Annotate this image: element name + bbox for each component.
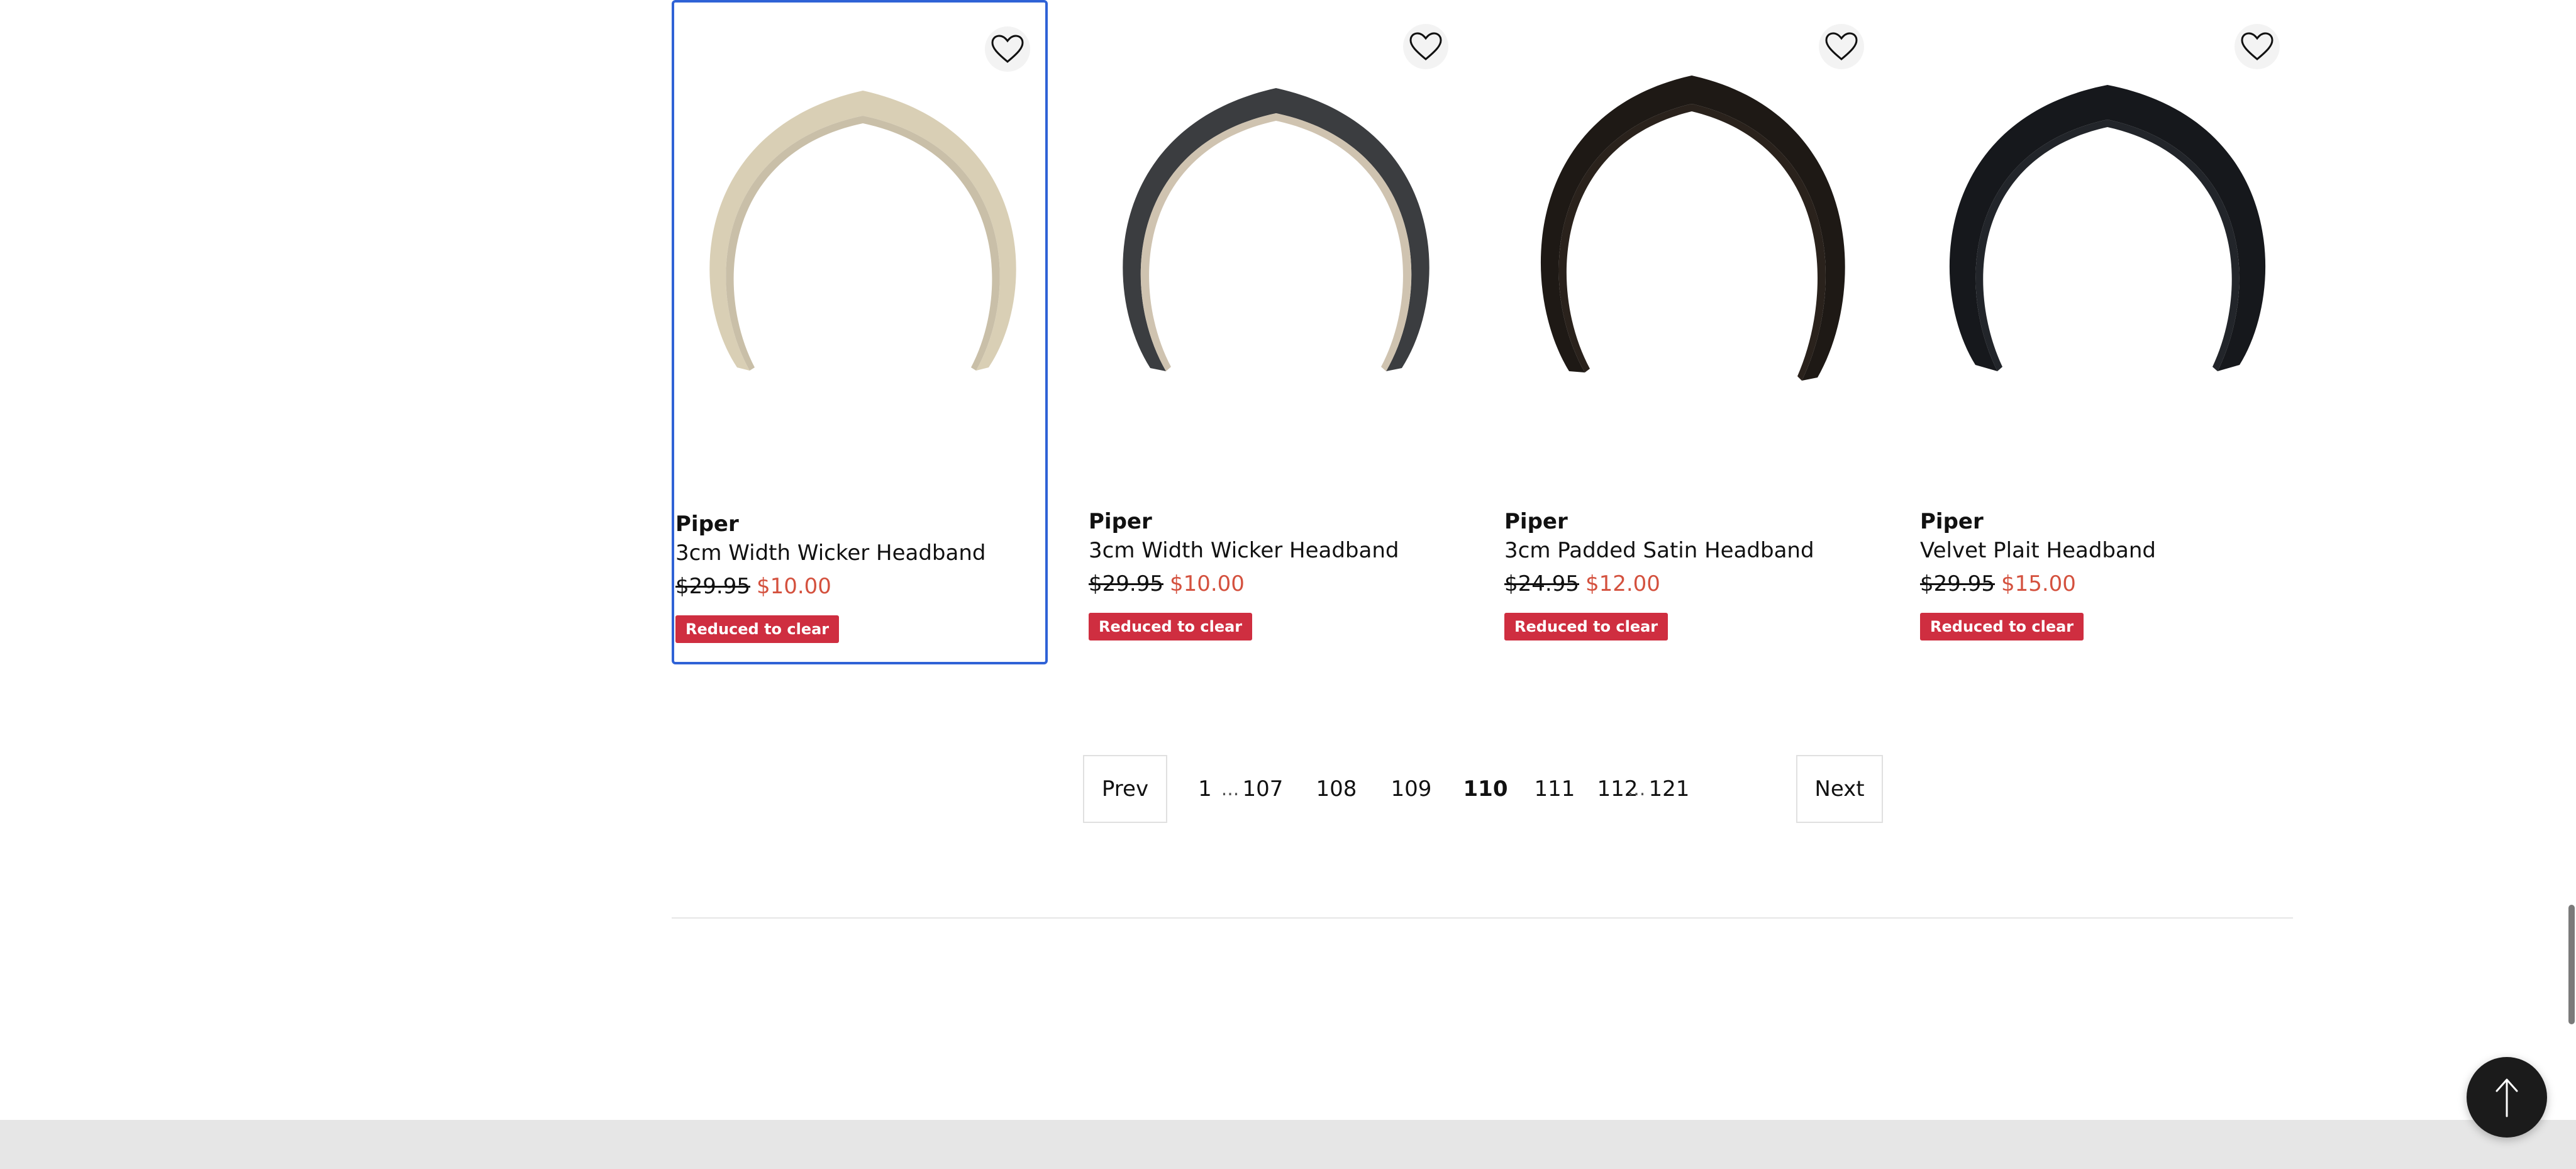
product-price: $29.95 $10.00 (675, 569, 1046, 604)
prev-page-button[interactable]: Prev (1083, 755, 1167, 823)
product-card[interactable]: Piper Velvet Plait Headband $29.95 $15.00… (1919, 0, 2295, 664)
product-info: Piper 3cm Width Wicker Headband $29.95 $1… (1089, 507, 1460, 640)
reduced-badge: Reduced to clear (1089, 613, 1253, 640)
reduced-badge: Reduced to clear (1504, 613, 1668, 640)
heart-outline-icon (2241, 32, 2273, 60)
sale-price: $15.00 (2001, 571, 2076, 596)
original-price: $29.95 (675, 574, 750, 599)
product-name[interactable]: Velvet Plait Headband (1920, 536, 2291, 565)
product-grid: Piper 3cm Width Wicker Headband $29.95 $1… (672, 0, 2294, 664)
product-card[interactable]: Piper 3cm Padded Satin Headband $24.95 $1… (1503, 0, 1879, 664)
product-brand: Piper (675, 512, 739, 537)
heart-outline-icon (991, 35, 1024, 63)
page-link-107[interactable]: 107 (1238, 755, 1288, 823)
product-name[interactable]: 3cm Padded Satin Headband (1504, 536, 1875, 565)
product-price: $29.95 $10.00 (1089, 566, 1460, 601)
page-link-109[interactable]: 109 (1386, 755, 1436, 823)
page-link-121[interactable]: 121 (1644, 755, 1694, 823)
product-brand: Piper (1089, 509, 1152, 534)
headband-shape (1949, 85, 2266, 371)
section-divider (672, 917, 2293, 919)
pagination: Prev 1 ... 107 108 109 110 111 112 ... 1… (1083, 755, 1883, 823)
heart-outline-icon (1409, 32, 1442, 60)
product-brand: Piper (1920, 509, 1984, 534)
back-to-top-button[interactable] (2467, 1057, 2547, 1138)
scrollbar-thumb[interactable] (2568, 905, 2575, 1024)
page: Piper 3cm Width Wicker Headband $29.95 $1… (0, 0, 2576, 1169)
footer-band (0, 1120, 2576, 1169)
wishlist-heart-icon[interactable] (1819, 24, 1864, 69)
headband-image (1540, 76, 1845, 381)
product-brand: Piper (1504, 509, 1568, 534)
headband-image (709, 91, 1016, 371)
headband-image (1123, 88, 1430, 371)
product-name[interactable]: 3cm Width Wicker Headband (1089, 536, 1460, 565)
page-link-108[interactable]: 108 (1311, 755, 1362, 823)
product-name[interactable]: 3cm Width Wicker Headband (675, 539, 1046, 568)
product-price: $29.95 $15.00 (1920, 566, 2291, 601)
product-info: Piper Velvet Plait Headband $29.95 $15.00… (1920, 507, 2291, 640)
product-image[interactable] (1503, 0, 1879, 478)
product-price: $24.95 $12.00 (1504, 566, 1875, 601)
wishlist-heart-icon[interactable] (985, 26, 1030, 72)
product-image[interactable] (1087, 0, 1463, 478)
reduced-badge: Reduced to clear (675, 615, 840, 643)
product-info: Piper 3cm Padded Satin Headband $24.95 $1… (1504, 507, 1875, 640)
next-page-button[interactable]: Next (1796, 755, 1883, 823)
sale-price: $12.00 (1585, 571, 1660, 596)
original-price: $24.95 (1504, 571, 1579, 596)
page-link-111[interactable]: 111 (1530, 755, 1580, 823)
page-link-current[interactable]: 110 (1460, 755, 1511, 823)
original-price: $29.95 (1920, 571, 1995, 596)
headband-shape (1123, 88, 1430, 371)
sale-price: $10.00 (756, 574, 831, 599)
original-price: $29.95 (1089, 571, 1163, 596)
product-card[interactable]: Piper 3cm Width Wicker Headband $29.95 $1… (1087, 0, 1463, 664)
headband-image (1949, 85, 2266, 371)
reduced-badge: Reduced to clear (1920, 613, 2084, 640)
product-card[interactable]: Piper 3cm Width Wicker Headband $29.95 $1… (672, 0, 1048, 664)
wishlist-heart-icon[interactable] (2235, 24, 2280, 69)
arrow-up-icon (2496, 1078, 2518, 1117)
headband-shape (709, 91, 1016, 371)
sale-price: $10.00 (1169, 571, 1245, 596)
product-info: Piper 3cm Width Wicker Headband $29.95 $1… (675, 510, 1046, 643)
heart-outline-icon (1825, 32, 1858, 60)
product-image[interactable] (1919, 0, 2295, 478)
headband-shape (1540, 76, 1845, 381)
wishlist-heart-icon[interactable] (1403, 24, 1448, 69)
product-image[interactable] (674, 3, 1050, 481)
